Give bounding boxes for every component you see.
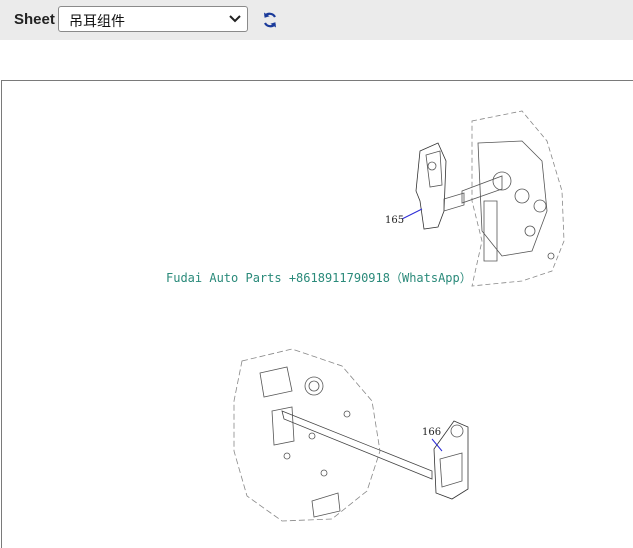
chevron-down-icon (229, 15, 241, 23)
drawing-viewer[interactable]: 165 166 Fudai Auto Parts +8618911790918（… (1, 80, 633, 548)
callout-166-label: 166 (422, 427, 441, 438)
upper-assembly (415, 110, 565, 287)
callout-165-label: 165 (385, 215, 404, 226)
refresh-icon[interactable] (261, 11, 279, 29)
sheet-label: Sheet (14, 11, 55, 28)
callout-166: 166 (422, 427, 443, 452)
watermark-text: Fudai Auto Parts +8618911790918（WhatsApp… (166, 271, 472, 285)
sheet-select[interactable]: 吊耳组件 (58, 6, 248, 32)
callout-165: 165 (385, 208, 423, 226)
parts-drawing: 165 166 (233, 110, 565, 522)
sheet-select-value: 吊耳组件 (69, 14, 125, 30)
toolbar: Sheet 吊耳组件 (0, 0, 633, 40)
